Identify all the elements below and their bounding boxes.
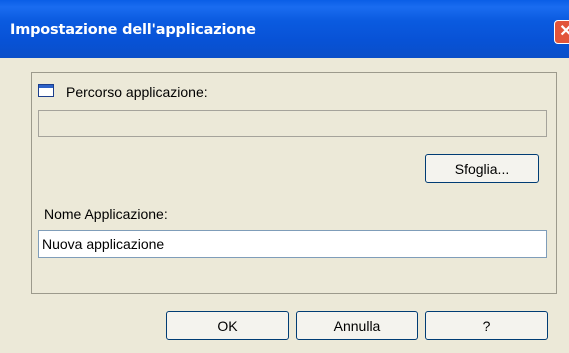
settings-group-box [31,72,557,294]
title-bar[interactable]: Impostazione dell'applicazione ✕ [0,0,569,58]
path-label: Percorso applicazione: [66,84,208,100]
application-name-field[interactable] [38,230,547,258]
browse-button[interactable]: Sfoglia... [425,154,539,183]
name-label: Nome Applicazione: [44,206,168,222]
close-icon: ✕ [559,23,569,40]
close-button[interactable]: ✕ [554,20,569,44]
path-field[interactable] [38,110,547,137]
help-button[interactable]: ? [425,311,548,340]
application-window-icon [38,84,54,97]
window-title: Impostazione dell'applicazione [10,22,256,38]
ok-button[interactable]: OK [166,311,289,340]
cancel-button[interactable]: Annulla [296,311,418,340]
